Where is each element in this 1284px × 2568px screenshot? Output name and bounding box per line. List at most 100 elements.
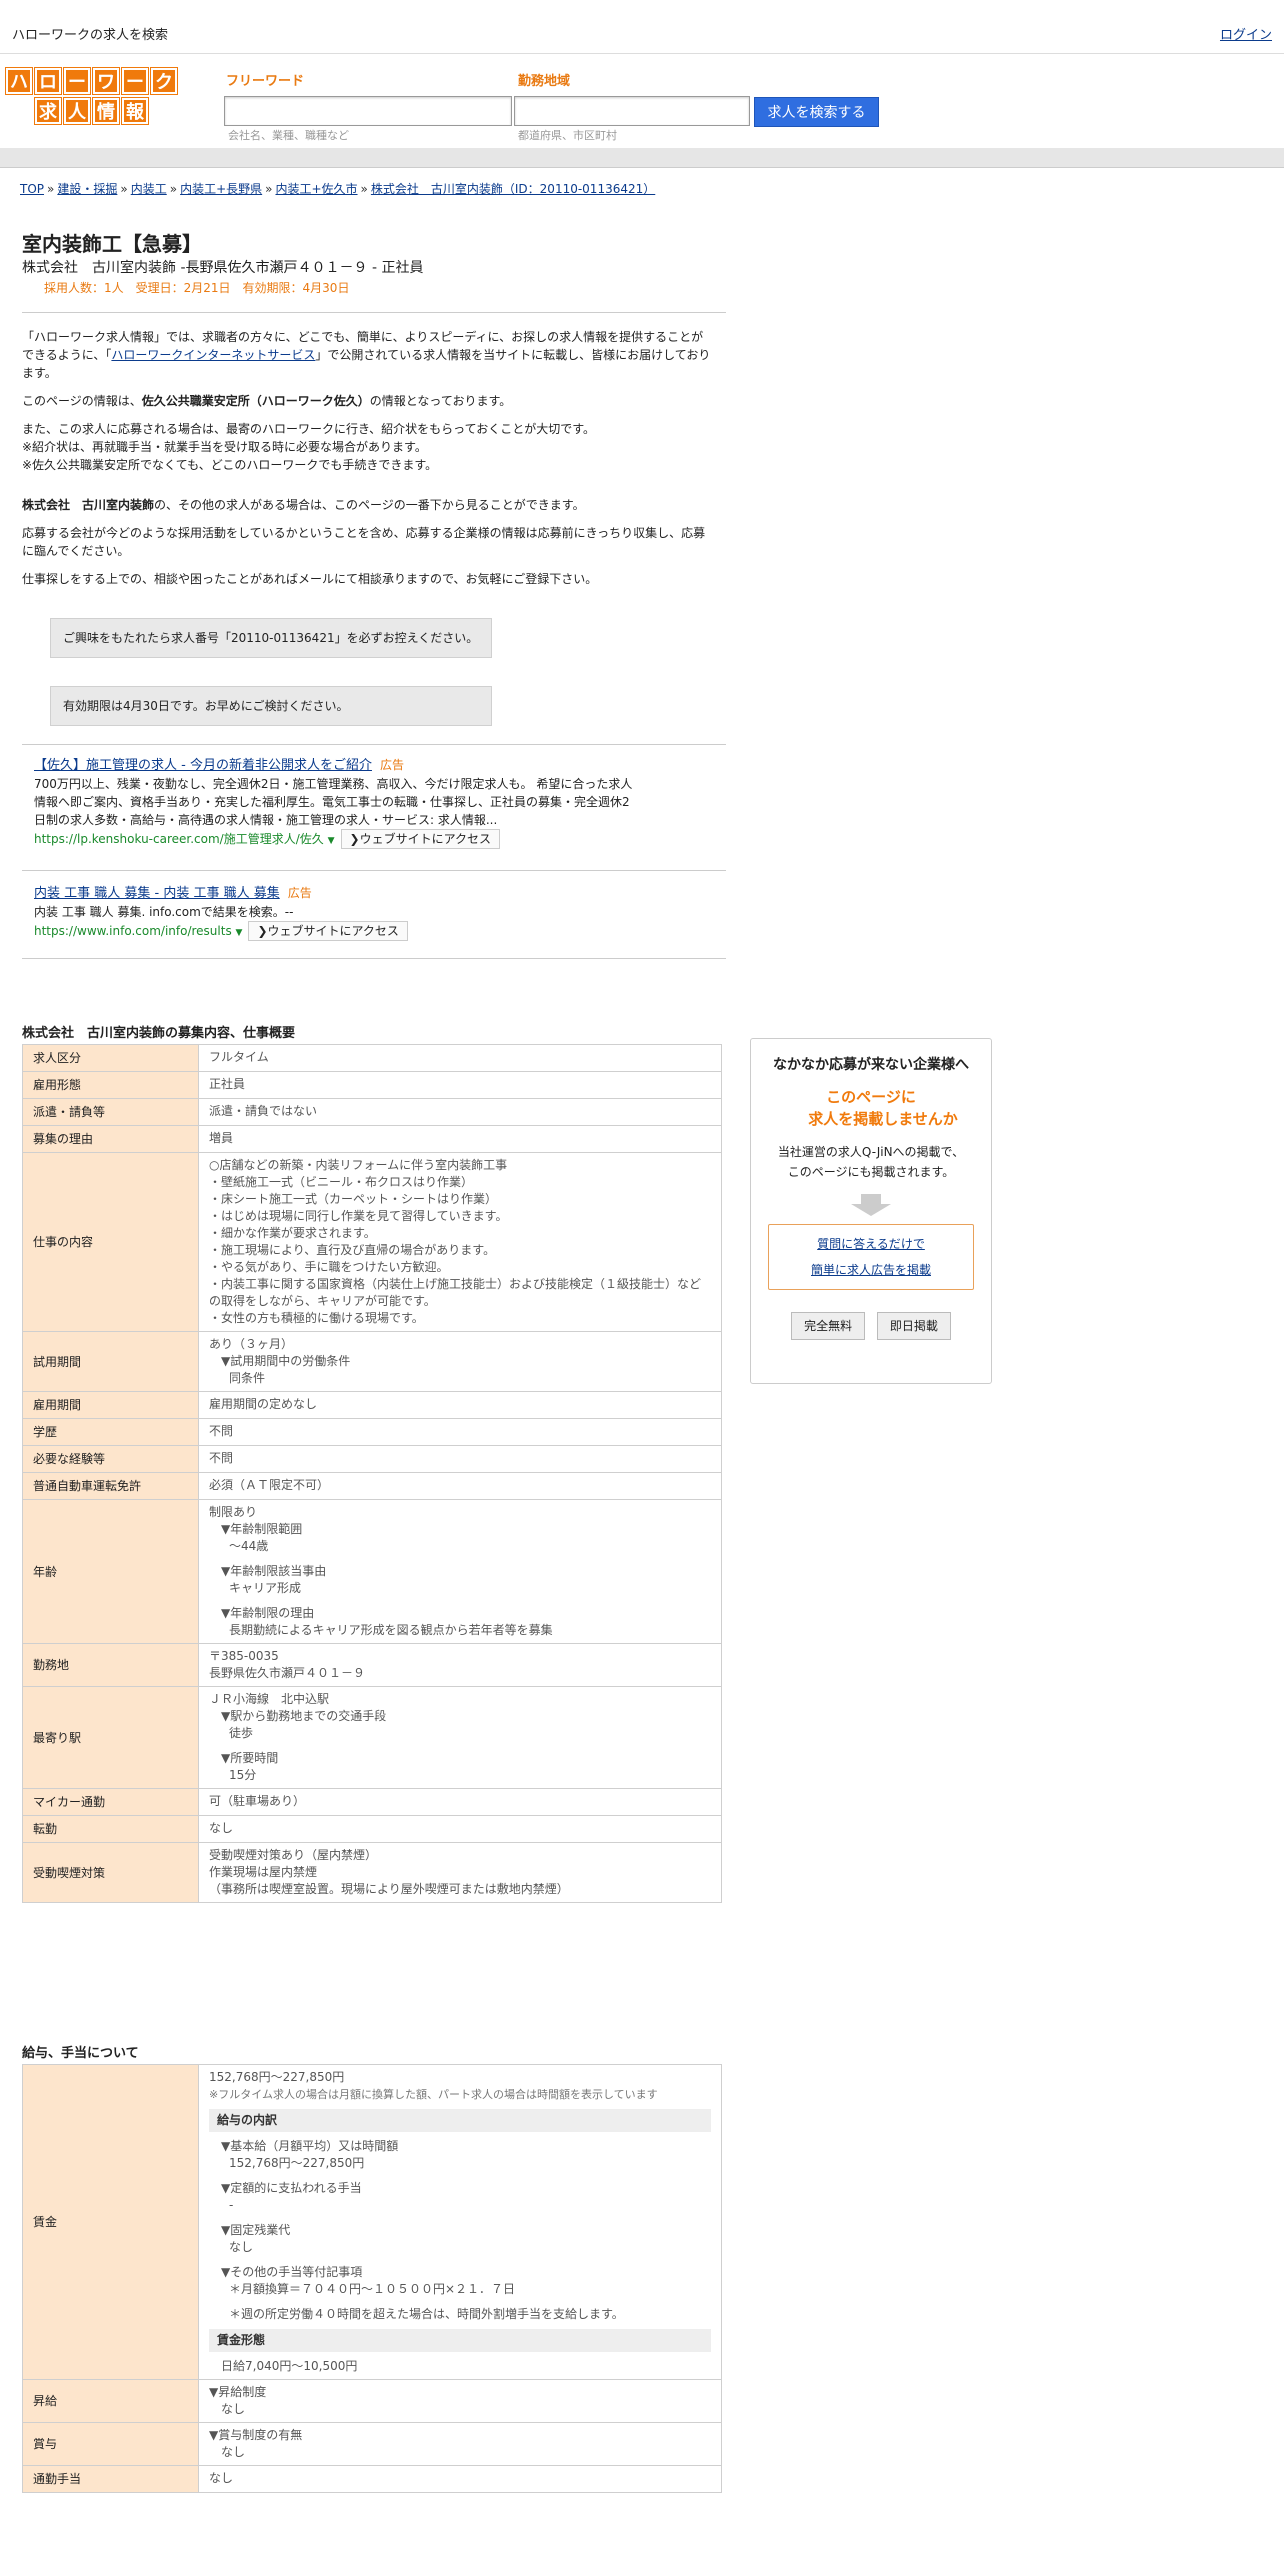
- value-line: 作業現場は屋内禁煙: [209, 1865, 318, 1879]
- dropdown-arrow-icon[interactable]: ▼: [328, 836, 335, 846]
- intro-paragraph: また、この求人に応募される場合は、最寄のハローワークに行き、紹介状をもらっておく…: [22, 422, 596, 436]
- keyword-hint: 会社名、業種、職種など: [228, 129, 349, 142]
- site-title: ハローワークの求人を検索: [12, 28, 169, 43]
- breadcrumb-link[interactable]: TOP: [20, 182, 44, 196]
- logo-char: 人: [64, 98, 90, 124]
- table-row: 最寄り駅 ＪＲ小海線 北中込駅 ▼駅から勤務地までの交通手段 徒歩 ▼所要時間 …: [22, 1686, 722, 1789]
- ad-block: 【佐久】施工管理の求人 - 今月の新着非公開求人をご紹介 広告 700万円以上、残…: [34, 756, 634, 850]
- row-value: なし: [198, 1815, 722, 1843]
- row-value: 不問: [198, 1445, 722, 1473]
- ad-url[interactable]: https://lp.kenshoku-career.com/施工管理求人/佐久: [34, 832, 324, 846]
- breadcrumb-separator: »: [360, 182, 368, 196]
- row-value: 正社員: [198, 1071, 722, 1099]
- job-content-line: ・はじめは現場に同行し作業を見て習得していきます。: [209, 1209, 508, 1223]
- promo-link[interactable]: 質問に答えるだけで: [817, 1237, 925, 1251]
- divider: [22, 744, 726, 745]
- value-line: ▼試用期間中の労働条件: [221, 1354, 351, 1368]
- hellowork-logo[interactable]: ハ ロ ー ワ ー ク 求 人 情 報: [6, 68, 178, 124]
- job-details-table: 求人区分 フルタイム 雇用形態 正社員 派遣・請負等 派遣・請負ではない 募集の理由増…: [22, 1044, 722, 1903]
- dropdown-arrow-icon[interactable]: ▼: [236, 928, 243, 938]
- salary-range: 152,768円〜227,850円: [209, 2070, 345, 2084]
- row-label: 雇用期間: [22, 1391, 199, 1419]
- promo-heading: なかなか応募が来ない企業様へ: [773, 1057, 969, 1073]
- search-button[interactable]: 求人を検索する: [754, 97, 879, 127]
- ad-title-link[interactable]: 【佐久】施工管理の求人 - 今月の新着非公開求人をご紹介: [34, 758, 372, 773]
- job-content-line: ・施工現場により、直行及び直帰の場合があります。: [209, 1243, 496, 1257]
- hellowork-internet-link[interactable]: ハローワークインターネットサービス: [111, 348, 315, 362]
- breadcrumb-link[interactable]: 株式会社 古川室内装飾（ID：20110-01136421）: [371, 182, 655, 196]
- row-label: 学歴: [22, 1418, 199, 1446]
- visit-website-button[interactable]: ❯ウェブサイトにアクセス: [340, 829, 500, 849]
- breadcrumb-separator: »: [265, 182, 273, 196]
- value-line: なし: [221, 2402, 246, 2416]
- top-bar: ハローワークの求人を検索 ログイン: [0, 0, 1284, 54]
- intro-paragraph: 「ハローワーク求人情報」では、求職者の方々に、どこでも、簡単に、よりスピーディに…: [22, 328, 714, 382]
- value-line: ▼定額的に支払われる手当: [221, 2181, 362, 2195]
- value-line: 受動喫煙対策あり（屋内禁煙）: [209, 1848, 378, 1862]
- logo-char: 求: [35, 98, 61, 124]
- intro-text-segment: の情報となっております。: [369, 394, 512, 408]
- job-content-line: ・女性の方も積極的に働ける現場です。: [209, 1311, 424, 1325]
- intro-paragraph: ※紹介状は、再就職手当・就業手当を受け取る時に必要な場合があります。: [22, 440, 427, 454]
- value-line: 15分: [229, 1768, 257, 1782]
- login-link[interactable]: ログイン: [1220, 26, 1272, 46]
- breadcrumb-link[interactable]: 内装工: [131, 182, 167, 196]
- row-value: ▼昇給制度 なし: [198, 2379, 722, 2423]
- job-content-line: ・床シート施工一式（カーペット・シートはり作業）: [209, 1192, 498, 1206]
- table-row: 雇用形態 正社員: [22, 1071, 722, 1099]
- row-label: 雇用形態: [22, 1071, 199, 1099]
- value-line: ▼年齢制限範囲: [221, 1522, 303, 1536]
- breadcrumb-link[interactable]: 内装工+佐久市: [275, 182, 357, 196]
- job-content-line: ・壁紙施工一式（ビニール・布クロスはり作業）: [209, 1175, 474, 1189]
- keyword-label: フリーワード: [226, 74, 305, 89]
- free-button[interactable]: 完全無料: [791, 1312, 866, 1340]
- section-title-salary: 給与、手当について: [22, 2046, 139, 2061]
- table-row: 普通自動車運転免許 必須（ＡＴ限定不可）: [22, 1472, 722, 1500]
- ad-description: 700万円以上、残業・夜勤なし、完全週休2日・施工管理業務、高収入、今だけ限定求…: [34, 777, 633, 827]
- row-value: 可（駐車場あり）: [198, 1788, 722, 1816]
- intro-text-segment: このページの情報は、: [22, 394, 142, 408]
- breadcrumb-separator: »: [169, 182, 178, 196]
- promo-link[interactable]: 簡単に求人広告を掲載: [811, 1263, 931, 1277]
- logo-char: ワ: [93, 68, 119, 94]
- value-line: ＊週の所定労働４０時間を超えた場合は、時間外割増手当を支給します。: [229, 2307, 624, 2321]
- area-input[interactable]: [514, 96, 750, 126]
- row-label: 受動喫煙対策: [22, 1842, 199, 1903]
- table-row: 年齢 制限あり ▼年齢制限範囲 〜44歳 ▼年齢制限該当事由 キャリア形成 ▼年…: [22, 1499, 722, 1644]
- breadcrumb-link[interactable]: 内装工+長野県: [180, 182, 262, 196]
- arrow-down-icon: [851, 1194, 891, 1216]
- ad-title-link[interactable]: 内装 工事 職人 募集 - 内装 工事 職人 募集: [34, 886, 280, 901]
- intro-paragraph: ※佐久公共職業安定所でなくても、どこのハローワークでも手続きできます。: [22, 458, 438, 472]
- salary-type-header: 賃金形態: [209, 2329, 711, 2352]
- same-day-button[interactable]: 即日掲載: [876, 1312, 951, 1340]
- row-label: 賞与: [22, 2422, 199, 2466]
- value-line: 制限あり: [209, 1505, 258, 1519]
- employer-promo-box: なかなか応募が来ない企業様へ このページに 求人を掲載しませんか 当社運営の求人…: [750, 1038, 992, 1384]
- table-row: 通勤手当 なし: [22, 2465, 722, 2493]
- row-value: 増員: [198, 1125, 722, 1153]
- breadcrumb-link[interactable]: 建設・採掘: [57, 182, 117, 196]
- row-label: 昇給: [22, 2379, 199, 2423]
- intro-paragraph: このページの情報は、佐久公共職業安定所（ハローワーク佐久）の情報となっております…: [22, 392, 714, 410]
- table-row: 試用期間 あり（３ヶ月） ▼試用期間中の労働条件 同条件: [22, 1331, 722, 1392]
- divider: [22, 870, 726, 871]
- deadline-notice: 有効期限は4月30日です。お早めにご検討ください。: [50, 686, 492, 726]
- row-label: 求人区分: [22, 1044, 199, 1072]
- logo-char: ハ: [6, 68, 32, 94]
- row-value: 雇用期間の定めなし: [198, 1391, 722, 1419]
- salary-breakdown-header: 給与の内訳: [209, 2109, 711, 2132]
- value-line: ＊月額換算＝７０４０円～１０５００円×２１．７日: [229, 2282, 516, 2296]
- value-line: 徒歩: [229, 1726, 254, 1740]
- visit-website-button[interactable]: ❯ウェブサイトにアクセス: [248, 921, 408, 941]
- promo-description-line: このページにも掲載されます。: [787, 1165, 955, 1179]
- keyword-input[interactable]: [224, 96, 512, 126]
- intro-text: 「ハローワーク求人情報」では、求職者の方々に、どこでも、簡単に、よりスピーディに…: [22, 328, 714, 598]
- ad-url[interactable]: https://www.info.com/info/results: [34, 924, 232, 938]
- row-label: 試用期間: [22, 1331, 199, 1392]
- promo-description: 当社運営の求人Q-JiNへの掲載で、 このページにも掲載されます。: [751, 1142, 991, 1182]
- promo-link-box: 質問に答えるだけで 簡単に求人広告を掲載: [768, 1224, 974, 1290]
- breadcrumb-separator: »: [47, 182, 55, 196]
- divider: [22, 312, 726, 313]
- breadcrumb: TOP» 建設・採掘» 内装工» 内装工+長野県» 内装工+佐久市» 株式会社 古川室内装…: [20, 180, 655, 198]
- area-label: 勤務地域: [518, 74, 571, 89]
